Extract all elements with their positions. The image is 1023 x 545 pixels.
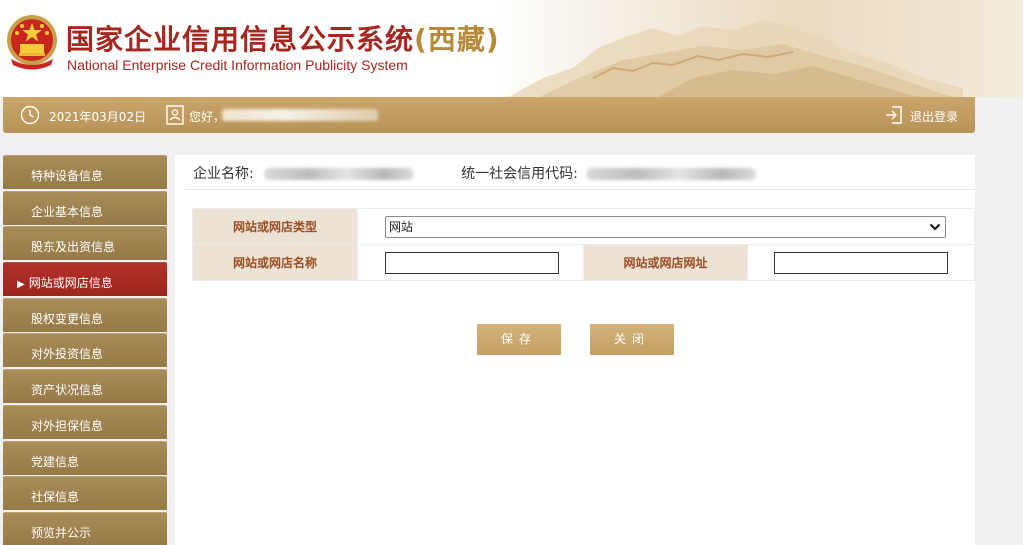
type-field-label: 网站或网店类型 — [192, 208, 358, 245]
logout-link[interactable]: 退出登录 — [910, 108, 958, 125]
sidebar-item-party-building[interactable]: 党建信息 — [3, 440, 167, 475]
sidebar-item-preview-publish[interactable]: 预览并公示 — [3, 511, 167, 545]
sidebar-item-label: 企业基本信息 — [31, 204, 104, 219]
credit-code-label: 统一社会信用代码: — [461, 166, 578, 182]
chevron-down-icon — [929, 223, 941, 230]
sidebar-item-label: 预览并公示 — [31, 525, 92, 540]
redacted-username — [222, 109, 378, 121]
website-url-input[interactable] — [774, 251, 948, 274]
url-field-label: 网站或网店网址 — [583, 244, 748, 281]
sidebar-item-shareholders[interactable]: 股东及出资信息 — [3, 226, 167, 261]
site-region: (西藏) — [414, 23, 500, 56]
website-name-input[interactable] — [385, 251, 559, 274]
logout-icon[interactable] — [884, 105, 904, 125]
sidebar-item-label: 资产状况信息 — [31, 383, 104, 398]
sidebar-item-assets[interactable]: 资产状况信息 — [3, 369, 167, 404]
name-field-cell — [357, 244, 584, 281]
sidebar-item-investment[interactable]: 对外投资信息 — [3, 333, 167, 368]
national-emblem-icon — [7, 15, 57, 70]
sidebar-item-basic-info[interactable]: 企业基本信息 — [3, 190, 167, 225]
sidebar-item-label: 对外投资信息 — [31, 347, 104, 362]
sidebar-nav: 特种设备信息 企业基本信息 股东及出资信息 ▶ 网站或网店信息 股权变更信息 对外… — [3, 155, 167, 545]
site-header: 国家企业信用信息公示系统(西藏) National Enterprise Cre… — [0, 0, 1023, 97]
sidebar-item-label: 党建信息 — [31, 454, 80, 469]
divider — [185, 189, 975, 190]
redacted-company-name — [264, 168, 415, 180]
company-name-label: 企业名称: — [193, 166, 254, 182]
user-greeting: 您好， — [189, 110, 226, 124]
close-button[interactable]: 关闭 — [590, 324, 674, 355]
sidebar-item-label: 网站或网店信息 — [28, 276, 113, 291]
great-wall-mountain-illustration — [508, 20, 963, 97]
sidebar-item-label: 股东及出资信息 — [31, 240, 116, 255]
sidebar-item-website-info[interactable]: ▶ 网站或网店信息 — [3, 262, 167, 297]
sidebar-item-equity-change[interactable]: 股权变更信息 — [3, 297, 167, 332]
clock-icon — [20, 105, 40, 125]
website-type-select[interactable]: 网站 — [385, 215, 946, 238]
top-bar: 2021年03月02日 您好， 退出登录 — [3, 97, 975, 133]
current-date: 2021年03月02日 — [49, 110, 147, 124]
user-card-icon — [166, 105, 184, 125]
sidebar-item-guarantee[interactable]: 对外担保信息 — [3, 404, 167, 439]
main-content: 企业名称: 统一社会信用代码: 网站或网店类型 网站 网站或网店名称 网站或网店… — [175, 155, 975, 545]
sidebar-item-label: 股权变更信息 — [31, 311, 104, 326]
sidebar-item-label: 对外担保信息 — [31, 418, 104, 433]
name-field-label: 网站或网店名称 — [192, 244, 358, 281]
site-subtitle: National Enterprise Credit Information P… — [67, 57, 408, 73]
type-field-cell: 网站 — [357, 208, 975, 245]
website-type-selected-value: 网站 — [389, 219, 414, 234]
site-title-text: 国家企业信用信息公示系统 — [66, 23, 415, 56]
sidebar-item-special-equipment[interactable]: 特种设备信息 — [3, 155, 167, 189]
site-title: 国家企业信用信息公示系统(西藏) — [66, 18, 500, 58]
sidebar-item-social-security[interactable]: 社保信息 — [3, 476, 167, 511]
redacted-credit-code — [586, 168, 757, 180]
url-field-cell — [747, 244, 975, 281]
company-info-row: 企业名称: 统一社会信用代码: — [193, 163, 757, 183]
sidebar-item-label: 特种设备信息 — [31, 169, 104, 183]
save-button[interactable]: 保存 — [477, 324, 561, 355]
active-arrow-icon: ▶ — [17, 279, 25, 291]
sidebar-item-label: 社保信息 — [31, 490, 80, 505]
website-form: 网站或网店类型 网站 网站或网店名称 网站或网店网址 — [192, 208, 975, 281]
